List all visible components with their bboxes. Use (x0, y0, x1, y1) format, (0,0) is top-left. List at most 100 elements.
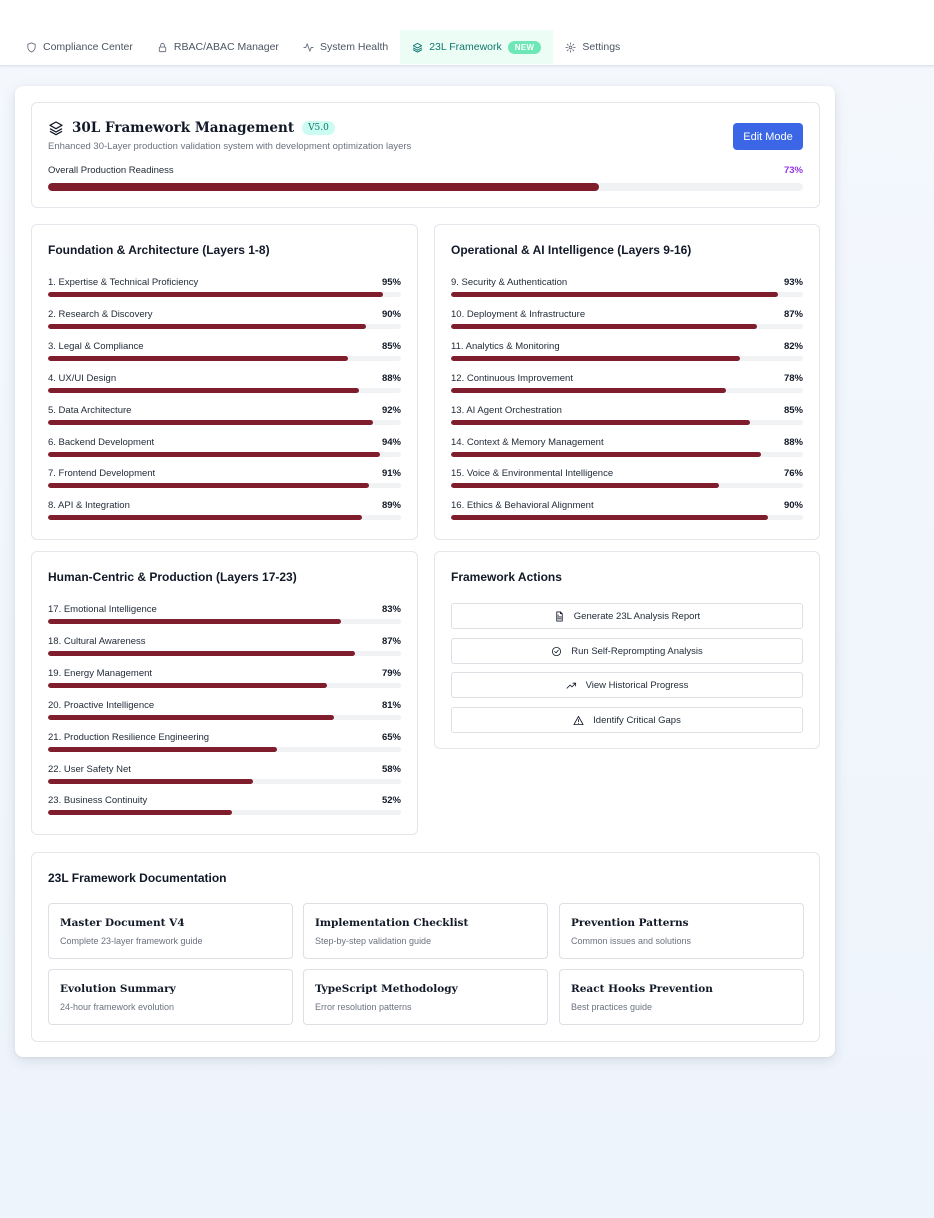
layer-progress-fill (451, 292, 779, 297)
layer-percent: 83% (381, 604, 401, 615)
layer-percent: 89% (381, 500, 401, 512)
readiness-progress-bar (48, 183, 803, 191)
layer-name: 3. Legal & Compliance (48, 340, 144, 352)
nav-tabs: Compliance Center RBAC/ABAC Manager Syst… (14, 30, 632, 64)
layer-row: 6. Backend Development 94% (48, 437, 401, 461)
page-subtitle: Enhanced 30-Layer production validation … (48, 141, 412, 152)
layer-percent: 87% (381, 635, 401, 647)
layer-name: 4. UX/UI Design (48, 372, 117, 384)
generate-report-button[interactable]: Generate 23L Analysis Report (451, 603, 803, 629)
layer-percent: 85% (783, 404, 803, 416)
layer-progress-fill (48, 451, 380, 457)
layer-percent: 82% (783, 340, 803, 352)
layer-name: 17. Emotional Intelligence (48, 604, 157, 615)
layer-row: 16. Ethics & Behavioral Alignment 90% (451, 500, 803, 524)
layer-name: 21. Production Resilience Engineering (48, 731, 210, 743)
layer-row: 2. Research & Discovery 90% (48, 309, 401, 333)
doc-description: Error resolution patterns (315, 1002, 412, 1012)
file-text-icon (556, 611, 563, 621)
layer-name: 2. Research & Discovery (48, 308, 153, 320)
doc-description: Step-by-step validation guide (315, 936, 432, 946)
doc-master-document[interactable]: Master Document V4 Complete 23-layer fra… (48, 903, 293, 959)
layer-percent: 81% (381, 699, 401, 711)
layer-row: 14. Context & Memory Management 88% (451, 437, 803, 461)
layer-row: 5. Data Architecture 92% (48, 405, 401, 429)
framework-header-card: 30L Framework Management V5.0 Enhanced 3… (31, 102, 820, 208)
tab-label: System Health (319, 41, 389, 53)
doc-react-hooks-prevention[interactable]: React Hooks Prevention Best practices gu… (559, 969, 804, 1025)
tab-rbac-abac-manager[interactable]: RBAC/ABAC Manager (145, 30, 291, 64)
layer-progress-fill (48, 650, 356, 656)
tab-settings[interactable]: Settings (553, 30, 632, 64)
layer-percent: 87% (783, 308, 803, 320)
edit-mode-button[interactable]: Edit Mode (733, 123, 803, 150)
layer-progress-bar (48, 810, 401, 816)
layer-progress-bar (451, 451, 803, 457)
layer-progress-bar (48, 515, 401, 521)
tab-label: Compliance Center (43, 41, 133, 53)
layer-progress-fill (48, 682, 327, 688)
layer-progress-fill (451, 419, 751, 425)
card-title: Foundation & Architecture (Layers 1-8) (48, 243, 270, 257)
card-title: Operational & AI Intelligence (Layers 9-… (451, 243, 692, 257)
lock-icon (158, 42, 167, 52)
layer-percent: 92% (381, 404, 401, 416)
card-title: Framework Actions (451, 570, 562, 584)
layer-row: 19. Energy Management 79% (48, 668, 401, 692)
human-centric-layers-card: Human-Centric & Production (Layers 17-23… (31, 551, 418, 835)
run-self-reprompting-button[interactable]: Run Self-Reprompting Analysis (451, 638, 803, 664)
tab-system-health[interactable]: System Health (291, 30, 400, 64)
view-historical-progress-button[interactable]: View Historical Progress (451, 672, 803, 698)
top-navigation: Compliance Center RBAC/ABAC Manager Syst… (0, 0, 934, 66)
layer-row: 18. Cultural Awareness 87% (48, 636, 401, 660)
card-title: Human-Centric & Production (Layers 17-23… (48, 570, 297, 584)
layer-progress-bar (48, 650, 401, 656)
layer-percent: 95% (381, 277, 401, 288)
page-title: 30L Framework Management V5.0 (48, 120, 335, 136)
layer-name: 13. AI Agent Orchestration (451, 404, 562, 416)
layer-name: 22. User Safety Net (48, 763, 131, 775)
layer-progress-bar (48, 323, 401, 329)
layer-progress-bar (48, 355, 401, 361)
layer-progress-bar (451, 419, 803, 425)
identify-critical-gaps-button[interactable]: Identify Critical Gaps (451, 707, 803, 733)
layer-progress-fill (48, 292, 384, 297)
layer-row: 7. Frontend Development 91% (48, 468, 401, 492)
layer-progress-bar (48, 619, 401, 624)
layer-name: 7. Frontend Development (48, 468, 156, 480)
layers-icon (413, 42, 423, 53)
doc-prevention-patterns[interactable]: Prevention Patterns Common issues and so… (559, 903, 804, 959)
layer-name: 19. Energy Management (48, 667, 153, 679)
layer-percent: 79% (381, 667, 401, 679)
layers-icon (49, 121, 63, 136)
trending-up-icon (566, 682, 576, 689)
doc-evolution-summary[interactable]: Evolution Summary 24-hour framework evol… (48, 969, 293, 1025)
layer-progress-bar (451, 323, 803, 329)
layer-row: 9. Security & Authentication 93% (451, 277, 803, 301)
layer-name: 16. Ethics & Behavioral Alignment (451, 500, 594, 512)
layer-name: 23. Business Continuity (48, 795, 148, 807)
layer-progress-bar (48, 746, 401, 752)
doc-title: React Hooks Prevention (571, 983, 713, 995)
layer-row: 20. Proactive Intelligence 81% (48, 700, 401, 724)
layer-row: 4. UX/UI Design 88% (48, 373, 401, 397)
tab-23l-framework[interactable]: 23L Framework NEW (400, 30, 554, 64)
check-circle-icon (552, 646, 562, 656)
layer-name: 8. API & Integration (48, 500, 130, 512)
layer-progress-fill (48, 619, 341, 624)
doc-typescript-methodology[interactable]: TypeScript Methodology Error resolution … (303, 969, 548, 1025)
layer-row: 10. Deployment & Infrastructure 87% (451, 309, 803, 333)
layer-percent: 93% (783, 277, 803, 288)
operational-layers-card: Operational & AI Intelligence (Layers 9-… (434, 224, 820, 540)
layer-row: 8. API & Integration 89% (48, 500, 401, 524)
layer-name: 6. Backend Development (48, 436, 155, 448)
layer-percent: 58% (381, 763, 401, 775)
doc-implementation-checklist[interactable]: Implementation Checklist Step-by-step va… (303, 903, 548, 959)
layer-percent: 94% (381, 436, 401, 448)
tab-compliance-center[interactable]: Compliance Center (14, 30, 145, 64)
alert-triangle-icon (573, 715, 584, 725)
layer-row: 21. Production Resilience Engineering 65% (48, 732, 401, 756)
layer-progress-fill (48, 419, 373, 425)
layer-name: 12. Continuous Improvement (451, 372, 573, 384)
layer-name: 10. Deployment & Infrastructure (451, 308, 586, 320)
